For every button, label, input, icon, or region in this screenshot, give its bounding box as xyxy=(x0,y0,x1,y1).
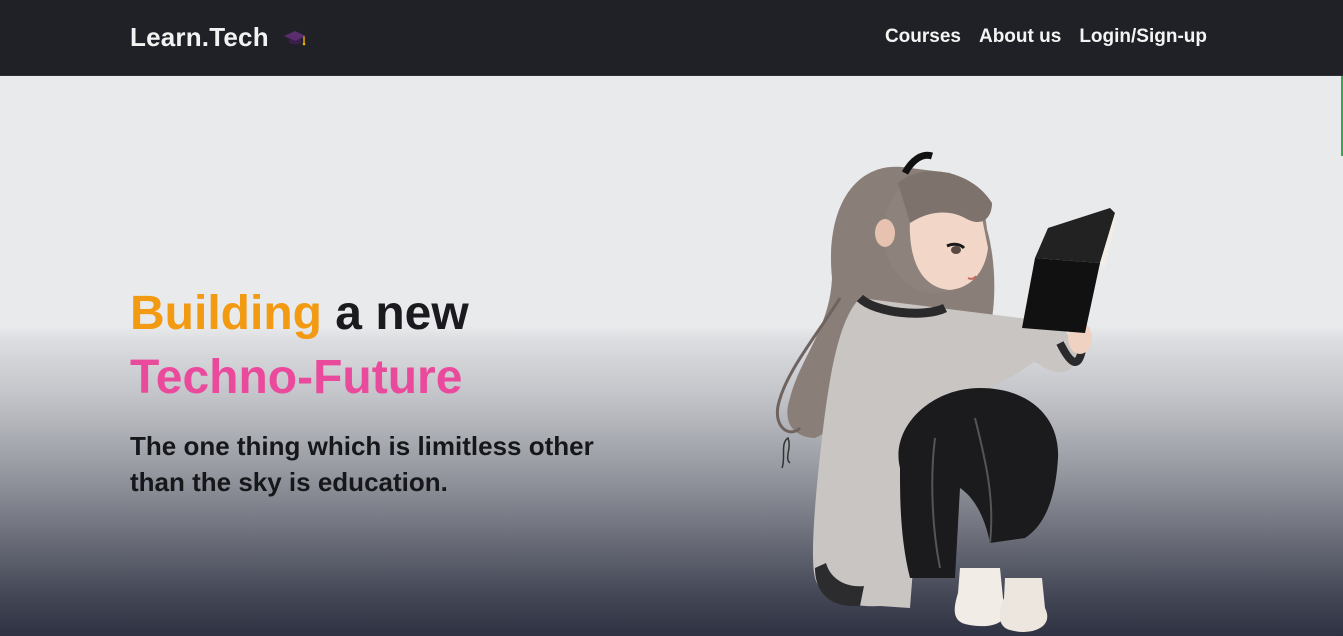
girl-reading-book-illustration xyxy=(775,151,1118,632)
nav-link-login-signup[interactable]: Login/Sign-up xyxy=(1079,26,1207,48)
hero-subtitle: The one thing which is limitless other t… xyxy=(130,431,594,497)
hero-title-highlight: Building xyxy=(130,287,322,340)
hero-title: Building a new Techno-Future xyxy=(130,282,469,410)
brand-name: Learn.Tech xyxy=(130,22,269,52)
hero-title-rest: a new xyxy=(321,287,469,340)
brand-logo[interactable]: Learn.Tech xyxy=(130,22,307,53)
hero-section: Building a new Techno-Future The one thi… xyxy=(0,76,1343,636)
nav-links: Courses About us Login/Sign-up xyxy=(885,26,1207,48)
nav-link-courses[interactable]: Courses xyxy=(885,26,961,48)
nav-link-about-us[interactable]: About us xyxy=(979,26,1061,48)
graduation-cap-icon xyxy=(283,30,306,45)
navbar: Learn.Tech Courses About us Login/Sign-u… xyxy=(0,0,1343,76)
hero-title-line2: Techno-Future xyxy=(130,351,463,404)
